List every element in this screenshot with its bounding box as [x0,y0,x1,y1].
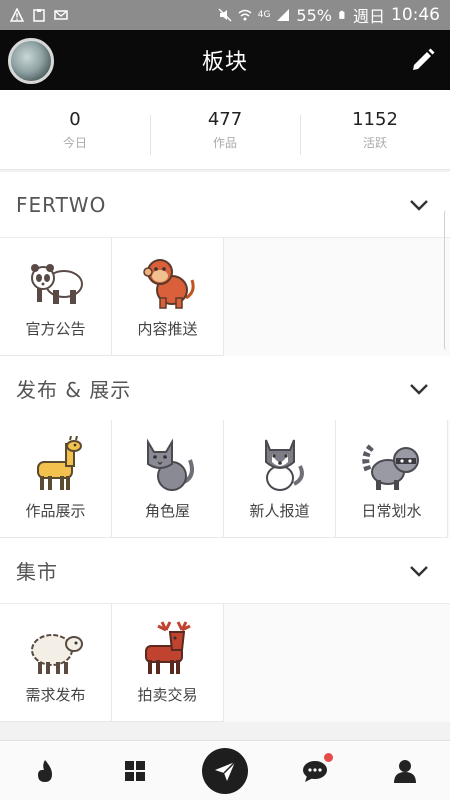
board-tile-newcomers[interactable]: 新人报道 [224,420,336,538]
battery-icon [339,10,345,19]
network-type: 4G [257,10,271,20]
section-grid-publish: 作品展示 角色屋 新人报道 日常划水 [0,420,450,538]
app-header: 板块 [0,30,450,90]
cat-icon [146,438,194,491]
board-tile-daily[interactable]: 日常划水 [336,420,448,538]
clipboard-icon [33,9,45,22]
section-title: FERTWO [16,192,107,217]
board-tile-requests[interactable]: 需求发布 [0,604,112,722]
sheep-icon [30,634,83,674]
tile-label: 拍卖交易 [137,686,198,704]
tile-label: 官方公告 [25,320,86,338]
section-grid-fertwo: 官方公告 内容推送 [0,238,450,356]
send-icon [215,760,236,781]
tile-label: 角色屋 [144,502,190,520]
battery-percent: 55% [296,5,332,25]
chevron-down-icon[interactable] [408,196,430,214]
warning-icon [10,8,24,22]
clock: 10:46 [391,5,440,25]
tile-label: 内容推送 [137,320,198,338]
section-header-publish[interactable]: 发布 & 展示 [0,356,450,422]
llama-icon [36,436,82,490]
chevron-down-icon[interactable] [408,562,430,580]
chevron-down-icon[interactable] [408,380,430,398]
nav-post[interactable] [195,741,255,800]
mute-icon [218,8,232,22]
signal-icon [277,9,290,21]
board-tile-characters[interactable]: 角色屋 [112,420,224,538]
section-title: 发布 & 展示 [16,378,132,402]
section-grid-market: 需求发布 拍卖交易 [0,604,450,722]
section-title: 集市 [16,560,58,584]
board-tile-push[interactable]: 内容推送 [112,238,224,356]
page-title: 板块 [201,50,248,75]
stats-bar: 0 今日 477 作品 1152 活跃 [0,90,450,170]
stat-today: 0 今日 [0,109,150,151]
chat-icon [303,760,327,782]
wifi-icon [238,9,252,21]
stat-label: 作品 [212,135,237,150]
board-tile-auction[interactable]: 拍卖交易 [112,604,224,722]
notification-badge [324,752,333,762]
nav-feed[interactable] [15,741,75,800]
tile-label: 需求发布 [25,686,86,704]
mail-icon [54,10,68,20]
panda-icon [30,264,83,304]
post-button[interactable] [202,747,248,794]
status-bar: 4G 55% 週日 10:46 [0,0,450,30]
pencil-icon[interactable] [410,46,436,72]
nav-boards[interactable] [105,741,165,800]
day-label: 週日 [352,7,385,26]
nav-messages[interactable] [285,741,345,800]
section-header-fertwo[interactable]: FERTWO [0,172,450,238]
stat-value: 0 [69,108,81,130]
tile-label: 日常划水 [361,502,422,520]
stat-active: 1152 活跃 [300,108,450,155]
stat-label: 活跃 [362,135,387,150]
section-header-market[interactable]: 集市 [0,538,450,604]
scroll-indicator[interactable] [444,210,450,350]
moose-icon [144,621,191,674]
stat-label: 今日 [62,135,87,150]
grid-icon [125,760,145,781]
stat-works: 477 作品 [150,108,300,155]
flame-icon [38,759,52,782]
tile-label: 作品展示 [25,502,86,520]
nav-profile[interactable] [375,741,435,800]
stat-value: 1152 [352,108,398,130]
raccoon-icon [361,443,419,490]
husky-icon [264,439,304,491]
stat-value: 477 [207,108,243,130]
monkey-icon [142,259,195,309]
profile-icon [394,759,416,783]
board-tile-works[interactable]: 作品展示 [0,420,112,538]
avatar[interactable] [8,38,54,84]
board-tile-official[interactable]: 官方公告 [0,238,112,356]
tile-label: 新人报道 [249,502,310,520]
bottom-nav [0,740,450,800]
